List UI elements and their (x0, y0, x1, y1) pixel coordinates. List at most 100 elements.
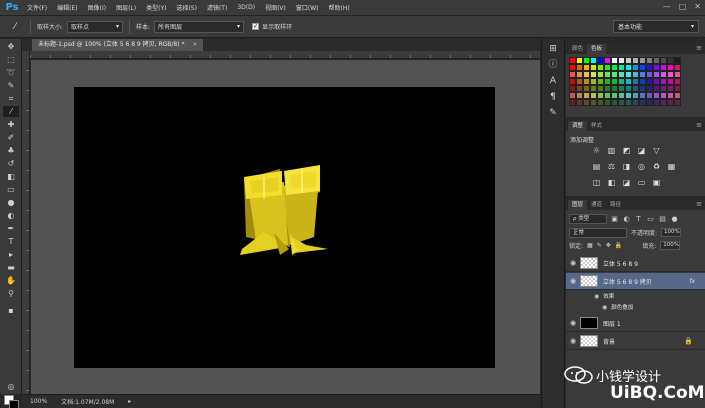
show-ring-checkbox[interactable]: ✓ (252, 23, 260, 30)
tab-paths[interactable]: 路径 (606, 200, 625, 210)
swatch-cell[interactable] (667, 99, 674, 106)
menu-3d[interactable]: 3D(D) (237, 4, 255, 11)
swatch-cell[interactable] (576, 64, 583, 71)
swatch-cell[interactable] (667, 85, 674, 92)
panel-menu-icon[interactable]: ≡ (696, 121, 702, 129)
swatch-cell[interactable] (667, 57, 674, 64)
workspace-select[interactable]: 基本功能 ▾ (613, 20, 699, 33)
swatch-grid[interactable] (569, 57, 685, 106)
swatch-cell[interactable] (632, 57, 639, 64)
tab-swatches[interactable]: 色板 (587, 44, 607, 54)
swatch-cell[interactable] (597, 64, 604, 71)
swatch-cell[interactable] (646, 92, 653, 99)
opacity-input[interactable]: 100% (661, 228, 682, 237)
swatch-cell[interactable] (569, 85, 576, 92)
swatch-cell[interactable] (611, 78, 618, 85)
swatch-cell[interactable] (674, 78, 681, 85)
swatch-cell[interactable] (569, 99, 576, 106)
tab-layers[interactable]: 图层 (568, 200, 588, 210)
brightness-icon[interactable]: ☼ (592, 146, 601, 155)
swatch-cell[interactable] (590, 92, 597, 99)
swatch-cell[interactable] (604, 64, 611, 71)
selective-color-icon[interactable]: ▣ (652, 178, 661, 187)
swatch-cell[interactable] (618, 85, 625, 92)
swatch-cell[interactable] (597, 71, 604, 78)
layer-row[interactable]: ◉ 图层 1 (566, 315, 705, 332)
swatch-cell[interactable] (569, 57, 576, 64)
swatch-cell[interactable] (653, 85, 660, 92)
eyedropper-tool-icon[interactable]: ⁄ (3, 106, 19, 117)
swatch-cell[interactable] (583, 57, 590, 64)
swatch-cell[interactable] (583, 64, 590, 71)
swatch-cell[interactable] (667, 64, 674, 71)
menu-select[interactable]: 选择(S) (176, 3, 197, 12)
swatch-cell[interactable] (660, 85, 667, 92)
sample-select[interactable]: 所有图层 ▾ (154, 20, 245, 33)
swatch-cell[interactable] (576, 99, 583, 106)
swatch-cell[interactable] (632, 78, 639, 85)
tab-styles[interactable]: 样式 (587, 121, 606, 131)
vibrance-icon[interactable]: ▽ (652, 146, 661, 155)
swatch-cell[interactable] (625, 64, 632, 71)
swatch-cell[interactable] (639, 78, 646, 85)
eye-icon[interactable]: ◉ (594, 293, 599, 300)
swatch-cell[interactable] (611, 99, 618, 106)
swatch-cell[interactable] (597, 78, 604, 85)
swatch-cell[interactable] (590, 78, 597, 85)
swatch-cell[interactable] (576, 78, 583, 85)
swatch-cell[interactable] (583, 92, 590, 99)
default-colors-icon[interactable]: ▪ (3, 305, 19, 316)
swatch-cell[interactable] (569, 71, 576, 78)
clone-stamp-tool-icon[interactable]: ♣ (3, 145, 19, 156)
swatch-cell[interactable] (625, 85, 632, 92)
menu-image[interactable]: 图像(I) (88, 3, 106, 12)
lock-pixels-icon[interactable]: ▦ (587, 242, 593, 249)
swatch-cell[interactable] (590, 99, 597, 106)
swatch-cell[interactable] (569, 78, 576, 85)
swatch-cell[interactable] (590, 85, 597, 92)
document-tab[interactable]: 未标题-1.psd @ 100% (立体 5 6 8 9 拷贝, RGB/8) … (32, 39, 204, 51)
filter-shape-icon[interactable]: ▭ (646, 215, 655, 223)
swatch-cell[interactable] (583, 78, 590, 85)
history-brush-tool-icon[interactable]: ↺ (3, 158, 19, 169)
blur-tool-icon[interactable]: ● (3, 197, 19, 208)
menu-file[interactable]: 文件(F) (27, 3, 47, 12)
close-icon[interactable]: × (192, 41, 197, 48)
filter-pixel-icon[interactable]: ▣ (610, 215, 619, 223)
swatch-cell[interactable] (618, 99, 625, 106)
menu-window[interactable]: 窗口(W) (296, 3, 319, 12)
lasso-tool-icon[interactable]: ➰ (3, 67, 19, 78)
swatch-cell[interactable] (674, 85, 681, 92)
tab-color[interactable]: 颜色 (568, 44, 587, 54)
gradient-tool-icon[interactable]: ▭ (3, 184, 19, 195)
swatch-cell[interactable] (583, 71, 590, 78)
effects-row[interactable]: ◉ 效果 (566, 291, 705, 301)
vertical-ruler[interactable] (22, 51, 30, 394)
swatch-cell[interactable] (660, 57, 667, 64)
move-tool-icon[interactable]: ✥ (3, 41, 19, 52)
swatch-cell[interactable] (576, 85, 583, 92)
panel-menu-icon[interactable]: ≡ (696, 200, 702, 208)
swatch-cell[interactable] (625, 99, 632, 106)
swatch-cell[interactable] (590, 57, 597, 64)
swatch-cell[interactable] (674, 92, 681, 99)
swatch-cell[interactable] (576, 57, 583, 64)
swatch-cell[interactable] (611, 57, 618, 64)
tab-channels[interactable]: 通道 (587, 200, 606, 210)
swatch-cell[interactable] (674, 57, 681, 64)
hue-saturation-icon[interactable]: ▤ (592, 162, 601, 171)
menu-help[interactable]: 帮助(H) (329, 3, 350, 12)
swatch-cell[interactable] (625, 57, 632, 64)
swatch-cell[interactable] (660, 78, 667, 85)
swatch-cell[interactable] (632, 92, 639, 99)
tab-adjustments[interactable]: 调整 (568, 121, 588, 131)
shape-tool-icon[interactable]: ▬ (3, 262, 19, 273)
swatch-cell[interactable] (604, 57, 611, 64)
swatch-cell[interactable] (646, 85, 653, 92)
swatch-cell[interactable] (632, 85, 639, 92)
posterize-icon[interactable]: ◧ (607, 178, 616, 187)
hand-tool-icon[interactable]: ✋ (3, 275, 19, 286)
swatch-cell[interactable] (667, 71, 674, 78)
eye-icon[interactable]: ◉ (602, 304, 607, 311)
swatch-cell[interactable] (653, 64, 660, 71)
